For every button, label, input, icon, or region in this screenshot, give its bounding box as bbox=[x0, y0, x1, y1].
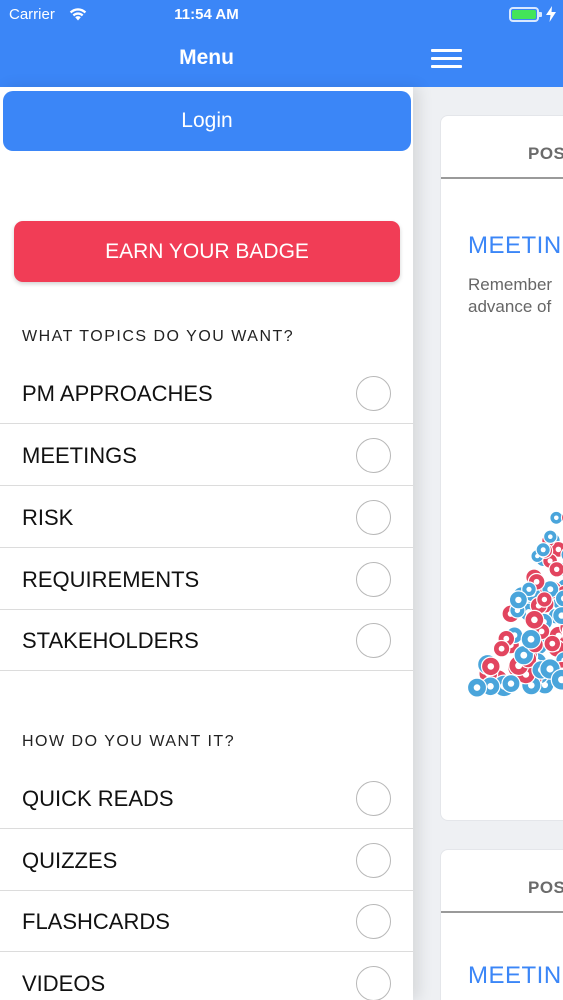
hamburger-icon[interactable] bbox=[429, 46, 465, 70]
post-card[interactable]: POS MEETIN Remember advance of bbox=[440, 115, 563, 821]
topic-option[interactable]: REQUIREMENTS bbox=[0, 548, 413, 610]
card-excerpt: Remember advance of bbox=[468, 274, 563, 318]
format-option[interactable]: FLASHCARDS bbox=[0, 890, 413, 952]
login-button[interactable]: Login bbox=[3, 91, 411, 151]
option-label: STAKEHOLDERS bbox=[22, 628, 199, 653]
card-excerpt-line: Remember bbox=[468, 275, 553, 294]
option-label: MEETINGS bbox=[22, 443, 137, 468]
content-feed: POS MEETIN Remember advance of POS MEETI… bbox=[413, 87, 563, 1000]
radio-button[interactable] bbox=[356, 500, 391, 535]
radio-button[interactable] bbox=[356, 438, 391, 473]
option-label: FLASHCARDS bbox=[22, 909, 170, 934]
formats-heading: HOW DO YOU WANT IT? bbox=[22, 733, 236, 750]
option-label: RISK bbox=[22, 505, 74, 530]
radio-button[interactable] bbox=[356, 623, 391, 658]
reactions-image bbox=[468, 510, 563, 698]
topics-heading: WHAT TOPICS DO YOU WANT? bbox=[22, 328, 295, 345]
menu-title: Menu bbox=[179, 46, 234, 69]
radio-button[interactable] bbox=[356, 562, 391, 597]
format-option[interactable]: QUICK READS bbox=[0, 767, 413, 829]
radio-button[interactable] bbox=[356, 781, 391, 816]
card-header: POS bbox=[441, 116, 563, 179]
topic-option[interactable]: RISK bbox=[0, 486, 413, 548]
card-title[interactable]: MEETIN bbox=[468, 232, 562, 260]
format-option[interactable]: VIDEOS bbox=[0, 952, 413, 1000]
option-label: QUICK READS bbox=[22, 786, 174, 811]
radio-button[interactable] bbox=[356, 376, 391, 411]
status-time: 11:54 AM bbox=[174, 6, 239, 23]
option-label: REQUIREMENTS bbox=[22, 567, 200, 592]
top-bar: Carrier 11:54 AM Menu bbox=[0, 0, 563, 87]
earn-badge-button[interactable]: EARN YOUR BADGE bbox=[14, 221, 400, 282]
radio-button[interactable] bbox=[356, 904, 391, 939]
post-card[interactable]: POS MEETIN bbox=[440, 849, 563, 1000]
card-header: POS bbox=[441, 850, 563, 913]
topic-option[interactable]: MEETINGS bbox=[0, 424, 413, 486]
card-title[interactable]: MEETIN bbox=[468, 962, 562, 990]
option-label: QUIZZES bbox=[22, 848, 118, 873]
format-option[interactable]: QUIZZES bbox=[0, 829, 413, 891]
topic-option[interactable]: STAKEHOLDERS bbox=[0, 609, 413, 671]
card-header-label: POS bbox=[528, 878, 563, 897]
radio-button[interactable] bbox=[356, 843, 391, 878]
status-bar: Carrier 11:54 AM bbox=[0, 0, 563, 30]
side-menu: Login EARN YOUR BADGE WHAT TOPICS DO YOU… bbox=[0, 87, 413, 1000]
card-excerpt-line: advance of bbox=[468, 297, 552, 316]
radio-button[interactable] bbox=[356, 966, 391, 1000]
option-label: VIDEOS bbox=[22, 971, 106, 996]
topic-option[interactable]: PM APPROACHES bbox=[0, 362, 413, 424]
card-header-label: POS bbox=[528, 144, 563, 163]
bolt-icon bbox=[546, 6, 556, 22]
battery-icon bbox=[509, 7, 542, 22]
option-label: PM APPROACHES bbox=[22, 381, 213, 406]
